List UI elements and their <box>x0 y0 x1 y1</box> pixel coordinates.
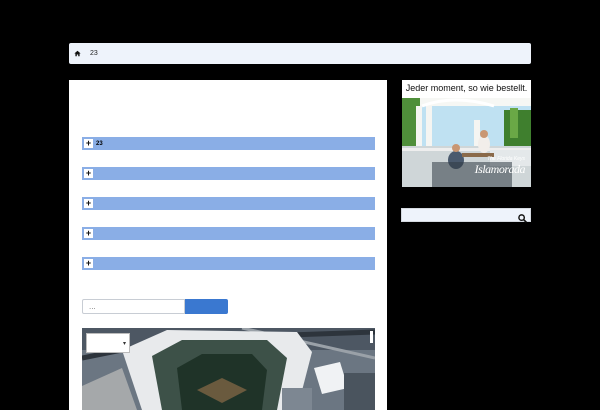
home-icon[interactable] <box>74 50 81 57</box>
plus-icon[interactable]: + <box>84 169 93 178</box>
chevron-down-icon: ▾ <box>122 341 126 347</box>
map-type-select[interactable]: ▾ <box>86 333 130 353</box>
breadcrumb: 23 <box>69 43 531 64</box>
accordion-item[interactable]: + <box>82 227 375 240</box>
text-input[interactable] <box>82 299 185 314</box>
ad-headline: Jeder moment, so wie bestellt. <box>405 83 528 93</box>
ad-logo: Islamorada <box>474 162 526 176</box>
accordion-item[interactable]: + 23 <box>82 137 375 150</box>
plus-icon[interactable]: + <box>84 229 93 238</box>
ad-banner[interactable]: Jeder moment, so wie bestellt. The Flori… <box>402 80 531 187</box>
plus-icon[interactable]: + <box>84 259 93 268</box>
accordion-item-label: 23 <box>96 140 103 147</box>
search-icon[interactable] <box>518 210 527 228</box>
sidebar-search[interactable] <box>401 208 531 223</box>
aerial-map[interactable]: ▾ <box>82 328 375 410</box>
main-content: + 23 + + + + ... ▾ <box>69 80 387 410</box>
map-scroll-handle[interactable] <box>370 331 373 343</box>
accordion-item[interactable]: + <box>82 167 375 180</box>
submit-button[interactable] <box>185 299 228 314</box>
plus-icon[interactable]: + <box>84 199 93 208</box>
breadcrumb-current: 23 <box>90 50 98 57</box>
accordion-item[interactable]: + <box>82 257 375 270</box>
accordion-item[interactable]: + <box>82 197 375 210</box>
plus-icon[interactable]: + <box>84 139 93 148</box>
